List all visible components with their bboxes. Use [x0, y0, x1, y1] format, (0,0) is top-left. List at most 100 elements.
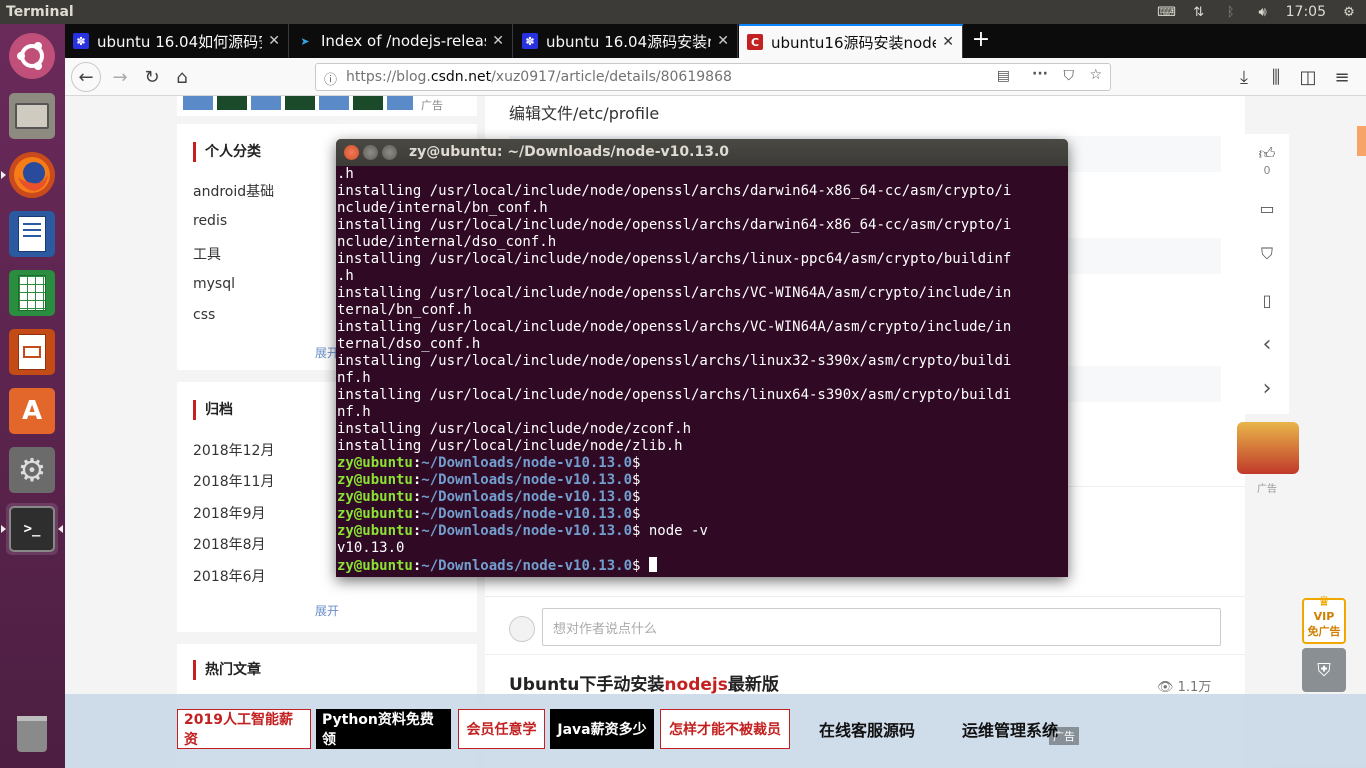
crown-icon: ♛: [1317, 594, 1331, 610]
terminal-line: installing /usr/local/include/node/zconf…: [337, 421, 692, 437]
network-icon[interactable]: ⇅: [1190, 5, 1208, 20]
tab-active[interactable]: C ubuntu16源码安装node ✕: [739, 24, 963, 58]
tab[interactable]: ✽ ubuntu 16.04如何源码安 ✕: [65, 24, 289, 58]
volume-icon[interactable]: 🔊︎: [1254, 5, 1272, 20]
launcher-calc[interactable]: [6, 267, 58, 319]
reader-view-icon[interactable]: ▤: [997, 68, 1010, 84]
ad-button[interactable]: 怎样才能不被裁员: [660, 709, 790, 749]
close-tab-icon[interactable]: ✕: [268, 33, 280, 49]
comment-button[interactable]: ▭: [1245, 186, 1289, 230]
ad-button[interactable]: Python资料免费领: [316, 709, 451, 749]
bookmark-star-icon[interactable]: ☆: [1089, 67, 1102, 83]
game-ad-image[interactable]: [1237, 422, 1299, 474]
launcher-firefox[interactable]: [1, 149, 58, 201]
sidebar-ad-strip[interactable]: 广告: [177, 96, 477, 116]
mirror-favicon-icon: ➤: [300, 34, 310, 48]
baidu-favicon-icon: ✽: [73, 33, 89, 49]
terminal-titlebar[interactable]: zy@ubuntu: ~/Downloads/node-v10.13.0: [336, 139, 1068, 166]
terminal-line: installing /usr/local/include/node/zlib.…: [337, 438, 683, 454]
archive-item[interactable]: 2018年6月: [193, 566, 266, 586]
vip-no-ads-button[interactable]: ♛ VIP 免广告: [1302, 594, 1346, 644]
shield-icon: ⛨: [1317, 659, 1331, 681]
sidebar-button[interactable]: ◫: [1293, 62, 1323, 92]
bottom-ad-bar: 2019人工智能薪资 Python资料免费领 会员任意学 Java薪资多少 怎样…: [65, 694, 1366, 768]
ad-button[interactable]: 会员任意学: [458, 709, 545, 749]
launcher-writer[interactable]: [6, 208, 58, 260]
launcher-ubuntu[interactable]: [6, 30, 58, 82]
new-tab-button[interactable]: +: [968, 28, 994, 54]
category-item[interactable]: redis: [193, 213, 227, 229]
terminal-line: installing /usr/local/include/node/opens…: [337, 319, 1012, 335]
close-tab-icon[interactable]: ✕: [492, 33, 504, 49]
archive-item[interactable]: 2018年9月: [193, 503, 266, 523]
reload-button[interactable]: ↻: [137, 62, 167, 92]
related-title-text: 最新版: [727, 675, 779, 695]
comment-input[interactable]: 想对作者说点什么: [542, 608, 1221, 646]
site-info-icon[interactable]: ⓘ: [324, 69, 337, 88]
url-bar[interactable]: ⓘ https://blog. csdn.net/xuz0917/article/…: [315, 63, 1111, 91]
vip-label: VIP: [1313, 610, 1335, 623]
terminal-line: installing /usr/local/include/node/opens…: [337, 353, 1012, 369]
library-button[interactable]: ⫼: [1261, 62, 1291, 92]
prompt-user: zy@ubuntu: [337, 558, 413, 574]
page-actions-icon[interactable]: ···: [1032, 66, 1048, 82]
report-button[interactable]: ⛨: [1302, 648, 1346, 692]
launcher-settings[interactable]: ⚙: [6, 444, 58, 496]
ad-button[interactable]: Java薪资多少: [550, 709, 654, 749]
back-button[interactable]: ←: [71, 62, 101, 92]
terminal-window[interactable]: zy@ubuntu: ~/Downloads/node-v10.13.0 .h i…: [336, 139, 1068, 577]
browser-navbar: ← → ↻ ⌂ ⓘ https://blog. csdn.net/xuz0917/…: [65, 58, 1366, 96]
bookmark-button[interactable]: ⛉: [1245, 232, 1289, 276]
launcher-impress[interactable]: [6, 326, 58, 378]
category-item[interactable]: css: [193, 307, 215, 323]
bookmark-icon: ⛉: [1260, 244, 1273, 263]
related-article-title[interactable]: Ubuntu下手动安装nodejs最新版: [509, 670, 779, 695]
terminal-output[interactable]: .h installing /usr/local/include/node/ope…: [337, 166, 1067, 577]
downloads-button[interactable]: ⤓: [1229, 62, 1259, 92]
clock[interactable]: 17:05: [1286, 4, 1326, 20]
pocket-icon[interactable]: ⛉: [1064, 68, 1075, 84]
prev-button[interactable]: ‹: [1245, 322, 1289, 366]
vip-label: 免广告: [1307, 625, 1341, 638]
mobile-button[interactable]: ▯: [1245, 278, 1289, 322]
terminal-line: v10.13.0: [337, 540, 405, 556]
ad-button[interactable]: 2019人工智能薪资: [177, 709, 311, 749]
prompt-path: ~/Downloads/node-v10.13.0: [421, 523, 633, 539]
menu-button[interactable]: ≡: [1327, 62, 1357, 92]
keyboard-icon[interactable]: ⌨: [1157, 5, 1176, 20]
bluetooth-icon[interactable]: ᛒ: [1222, 5, 1240, 20]
category-item[interactable]: android基础: [193, 181, 274, 201]
view-count: 👁︎ 1.1万: [1157, 676, 1211, 695]
archive-item[interactable]: 2018年11月: [193, 471, 274, 491]
ad-button[interactable]: 在线客服源码: [805, 709, 929, 749]
terminal-line: nf.h: [337, 404, 371, 420]
forward-button[interactable]: →: [105, 62, 135, 92]
launcher-trash[interactable]: [6, 708, 58, 760]
chevron-right-icon: ›: [1262, 375, 1272, 401]
archive-item[interactable]: 2018年8月: [193, 534, 266, 554]
home-button[interactable]: ⌂: [167, 62, 197, 92]
minimize-window-icon[interactable]: [363, 145, 378, 160]
launcher-software[interactable]: A: [6, 385, 58, 437]
prompt-command: [640, 558, 648, 574]
close-tab-icon[interactable]: ✕: [717, 33, 729, 49]
launcher-files[interactable]: [6, 90, 58, 142]
terminal-line: nf.h: [337, 370, 371, 386]
tab[interactable]: ✽ ubuntu 16.04源码安装nc ✕: [514, 24, 738, 58]
gear-icon[interactable]: ⚙: [1340, 5, 1358, 20]
maximize-window-icon[interactable]: [382, 145, 397, 160]
tab-title: ubuntu16源码安装node: [771, 33, 937, 52]
next-button[interactable]: ›: [1245, 366, 1289, 410]
launcher-terminal[interactable]: >_: [1, 503, 63, 555]
categories-title: 个人分类: [193, 142, 261, 162]
category-item[interactable]: mysql: [193, 276, 235, 292]
expand-link[interactable]: 展开: [315, 602, 339, 619]
like-button[interactable]: 👍︎ 0: [1245, 138, 1289, 182]
category-item[interactable]: 工具: [193, 244, 221, 264]
archive-item[interactable]: 2018年12月: [193, 440, 274, 460]
tab[interactable]: ➤ Index of /nodejs-release ✕: [289, 24, 513, 58]
terminal-icon: >_: [9, 506, 55, 552]
phone-icon: ▯: [1262, 290, 1272, 310]
close-window-icon[interactable]: [344, 145, 359, 160]
close-tab-icon[interactable]: ✕: [942, 34, 954, 50]
